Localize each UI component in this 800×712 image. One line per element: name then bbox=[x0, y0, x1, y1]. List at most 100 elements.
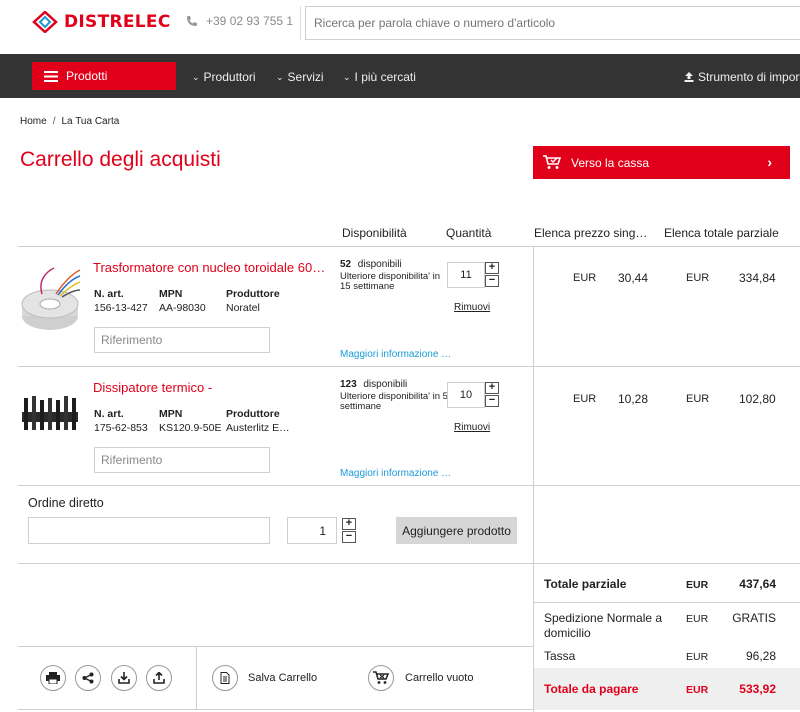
divider bbox=[18, 646, 534, 647]
stock-count: 52 bbox=[340, 259, 352, 270]
stock-label: disponibili bbox=[363, 379, 408, 390]
product-image-heatsink bbox=[22, 396, 78, 430]
phone-icon bbox=[187, 16, 197, 26]
quantity-increment-button[interactable]: + bbox=[485, 382, 499, 394]
art-no-label: N. art. bbox=[94, 288, 124, 300]
phone-number[interactable]: +39 02 93 755 1 bbox=[186, 14, 293, 28]
breadcrumb-home[interactable]: Home bbox=[20, 116, 47, 127]
subtotal-value: 102,80 bbox=[739, 392, 776, 406]
direct-order-quantity-input[interactable]: 1 bbox=[287, 517, 337, 544]
chevron-right-icon: › bbox=[767, 154, 772, 170]
nav-services[interactable]: ⌄ Servizi bbox=[276, 70, 324, 84]
subtotal-currency: EUR bbox=[686, 393, 710, 405]
direct-order-article-input[interactable] bbox=[28, 517, 270, 544]
shipping-label: Spedizione Normale a domicilio bbox=[544, 611, 663, 640]
quantity-increment-button[interactable]: + bbox=[485, 262, 499, 274]
nav-services-label: Servizi bbox=[287, 70, 324, 84]
col-header-unit-price: Elenca prezzo sing… bbox=[534, 226, 648, 240]
col-header-quantity: Quantità bbox=[446, 226, 492, 240]
more-info-link[interactable]: Maggiori informazione … bbox=[340, 468, 451, 479]
distrelec-logo[interactable]: DISTRELEC bbox=[32, 10, 171, 34]
direct-order-title: Ordine diretto bbox=[28, 496, 104, 510]
quantity-input[interactable]: 10 bbox=[447, 382, 485, 408]
nav-import-tool[interactable]: Strumento di importa bbox=[684, 70, 800, 84]
nav-most-searched-label: I più cercati bbox=[354, 70, 416, 84]
stock-more-text: Ulteriore disponibilita' in 15 settimane bbox=[340, 271, 441, 292]
breadcrumb: Home / La Tua Carta bbox=[20, 116, 119, 127]
upload-icon bbox=[684, 72, 694, 82]
search-input[interactable] bbox=[305, 6, 800, 40]
subtotal-label: Totale parziale bbox=[544, 577, 627, 591]
add-product-button[interactable]: Aggiungere prodotto bbox=[396, 517, 517, 544]
quantity-decrement-button[interactable]: − bbox=[485, 395, 499, 407]
quantity-input[interactable]: 11 bbox=[447, 262, 485, 288]
more-info-link[interactable]: Maggiori informazione … bbox=[340, 349, 451, 360]
download-button[interactable] bbox=[111, 665, 137, 691]
document-icon bbox=[220, 672, 230, 684]
divider bbox=[18, 709, 534, 710]
total-currency: EUR bbox=[686, 684, 709, 696]
shipping-currency: EUR bbox=[686, 613, 709, 625]
product-name-link[interactable]: Trasformatore con nucleo toroidale 60… bbox=[93, 260, 325, 275]
nav-products-button[interactable]: Prodotti bbox=[32, 62, 176, 90]
breadcrumb-current: La Tua Carta bbox=[61, 116, 120, 127]
chevron-down-icon: ⌄ bbox=[192, 71, 200, 82]
cart-icon bbox=[543, 155, 561, 169]
divider bbox=[18, 366, 800, 367]
phone-text: +39 02 93 755 1 bbox=[206, 14, 294, 28]
divider bbox=[18, 246, 800, 247]
unit-price-value: 10,28 bbox=[618, 392, 649, 406]
checkout-label: Verso la cassa bbox=[571, 155, 650, 170]
art-no-label: N. art. bbox=[94, 408, 124, 420]
upload-button[interactable] bbox=[146, 665, 172, 691]
product-name-link[interactable]: Dissipatore termico - bbox=[93, 380, 212, 395]
stock-label: disponibili bbox=[357, 259, 402, 270]
producer-label: Produttore bbox=[226, 288, 280, 300]
save-cart-label[interactable]: Salva Carrello bbox=[248, 672, 317, 684]
tax-label: Tassa bbox=[544, 649, 576, 663]
tax-amount: 96,28 bbox=[745, 649, 776, 663]
breadcrumb-separator: / bbox=[52, 116, 56, 127]
mpn-label: MPN bbox=[159, 408, 183, 420]
remove-link[interactable]: Rimuovi bbox=[454, 422, 490, 433]
product-image-toroidal-transformer bbox=[21, 267, 81, 330]
quantity-decrement-button[interactable]: − bbox=[485, 275, 499, 287]
upload-icon bbox=[153, 672, 165, 684]
stock-info: 123 disponibili bbox=[340, 376, 407, 390]
divider bbox=[534, 602, 800, 603]
subtotal-value: 334,84 bbox=[739, 271, 776, 285]
shipping-amount: GRATIS bbox=[732, 611, 776, 625]
unit-price-currency: EUR bbox=[573, 272, 597, 284]
unit-price-currency: EUR bbox=[573, 393, 597, 405]
subtotal-currency: EUR bbox=[686, 272, 710, 284]
nav-most-searched[interactable]: ⌄ I più cercati bbox=[343, 70, 416, 84]
nav-import-tool-label: Strumento di importa bbox=[698, 70, 800, 84]
chevron-down-icon: ⌄ bbox=[276, 71, 284, 82]
reference-input[interactable]: Riferimento bbox=[94, 327, 270, 353]
nav-producers[interactable]: ⌄ Produttori bbox=[192, 70, 256, 84]
subtotal-currency: EUR bbox=[686, 579, 709, 591]
reference-input[interactable]: Riferimento bbox=[94, 447, 270, 473]
col-header-subtotal: Elenca totale parziale bbox=[664, 226, 779, 240]
remove-link[interactable]: Rimuovi bbox=[454, 302, 490, 313]
page-title: Carrello degli acquisti bbox=[20, 148, 221, 171]
logo-text: DISTRELEC bbox=[64, 12, 171, 32]
art-no-value: 175-62-853 bbox=[94, 422, 148, 434]
divider bbox=[18, 563, 800, 564]
nav-products-label: Prodotti bbox=[66, 69, 108, 83]
empty-cart-label[interactable]: Carrello vuoto bbox=[405, 672, 473, 684]
total-label: Totale da pagare bbox=[544, 682, 639, 696]
direct-order-decrement-button[interactable]: − bbox=[342, 531, 356, 543]
share-button[interactable] bbox=[75, 665, 101, 691]
hamburger-icon bbox=[44, 70, 58, 82]
print-button[interactable] bbox=[40, 665, 66, 691]
producer-value: Austerlitz E… bbox=[226, 422, 290, 434]
total-amount: 533,92 bbox=[739, 682, 776, 696]
art-no-value: 156-13-427 bbox=[94, 302, 148, 314]
direct-order-increment-button[interactable]: + bbox=[342, 518, 356, 530]
empty-cart-button[interactable] bbox=[368, 665, 394, 691]
checkout-button[interactable]: Verso la cassa › bbox=[533, 146, 790, 179]
tax-currency: EUR bbox=[686, 651, 709, 663]
save-cart-button[interactable] bbox=[212, 665, 238, 691]
header-divider bbox=[300, 6, 301, 40]
